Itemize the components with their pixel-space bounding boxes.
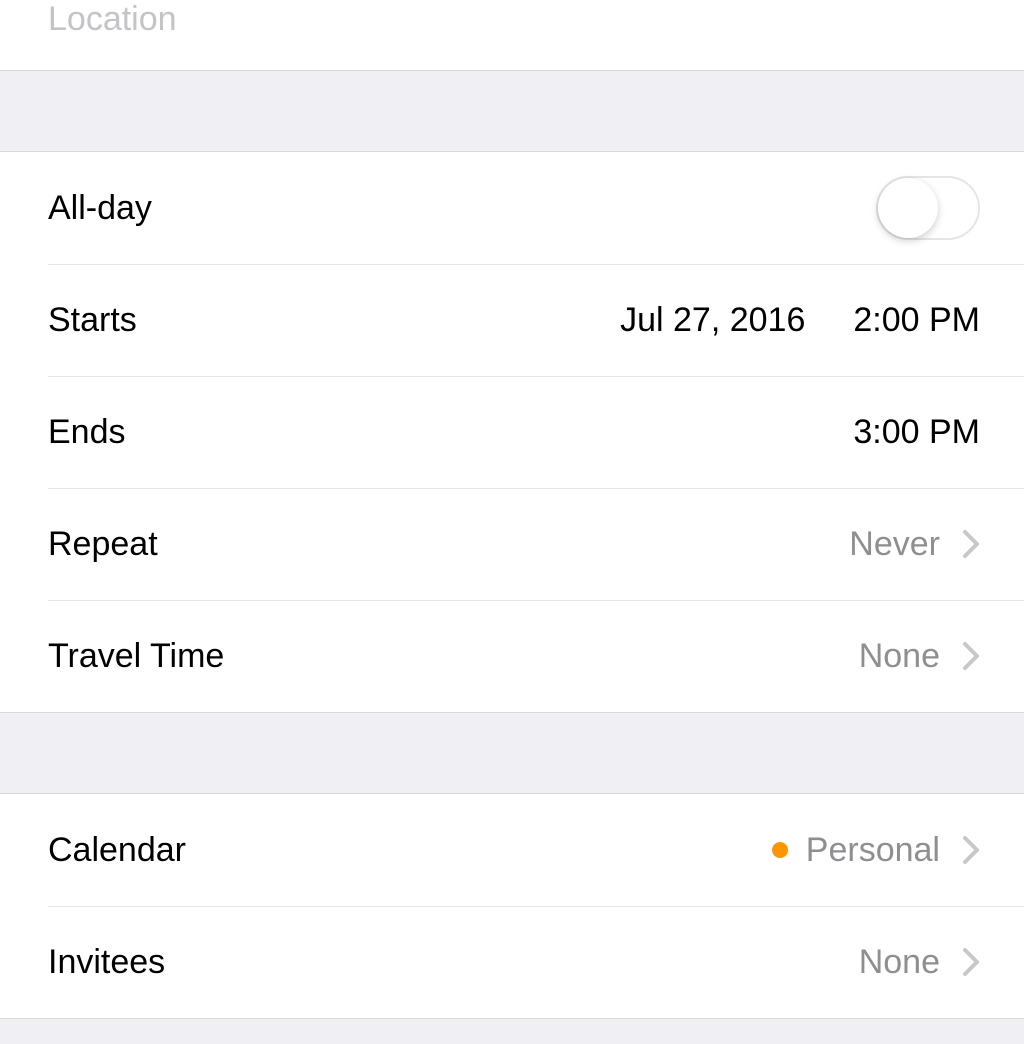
allday-toggle[interactable] — [876, 176, 980, 240]
location-section: Location — [0, 0, 1024, 70]
invitees-label: Invitees — [48, 943, 165, 982]
travel-time-value: None — [859, 637, 940, 676]
invitees-value: None — [859, 943, 940, 982]
section-separator — [0, 712, 1024, 794]
chevron-right-icon — [962, 947, 980, 977]
calendar-label: Calendar — [48, 831, 186, 870]
chevron-right-icon — [962, 641, 980, 671]
starts-label: Starts — [48, 301, 137, 340]
calendar-color-dot — [772, 842, 788, 858]
details-section: Calendar Personal Invitees None — [0, 794, 1024, 1018]
travel-time-row[interactable]: Travel Time None — [0, 600, 1024, 712]
timing-section: All-day Starts Jul 27, 2016 2:00 PM Ends… — [0, 152, 1024, 712]
calendar-value: Personal — [806, 831, 940, 870]
chevron-right-icon — [962, 835, 980, 865]
location-placeholder: Location — [48, 0, 177, 39]
starts-time: 2:00 PM — [853, 301, 980, 340]
section-separator — [0, 70, 1024, 152]
ends-label: Ends — [48, 413, 126, 452]
repeat-row[interactable]: Repeat Never — [0, 488, 1024, 600]
calendar-row[interactable]: Calendar Personal — [0, 794, 1024, 906]
section-separator — [0, 1018, 1024, 1044]
repeat-value: Never — [849, 525, 940, 564]
location-row[interactable]: Location — [0, 0, 1024, 70]
starts-row[interactable]: Starts Jul 27, 2016 2:00 PM — [0, 264, 1024, 376]
ends-row[interactable]: Ends 3:00 PM — [0, 376, 1024, 488]
ends-time: 3:00 PM — [853, 413, 980, 452]
invitees-row[interactable]: Invitees None — [0, 906, 1024, 1018]
starts-date: Jul 27, 2016 — [620, 301, 805, 340]
chevron-right-icon — [962, 529, 980, 559]
travel-time-label: Travel Time — [48, 637, 224, 676]
allday-row[interactable]: All-day — [0, 152, 1024, 264]
repeat-label: Repeat — [48, 525, 158, 564]
toggle-knob — [878, 178, 938, 238]
allday-label: All-day — [48, 189, 152, 228]
